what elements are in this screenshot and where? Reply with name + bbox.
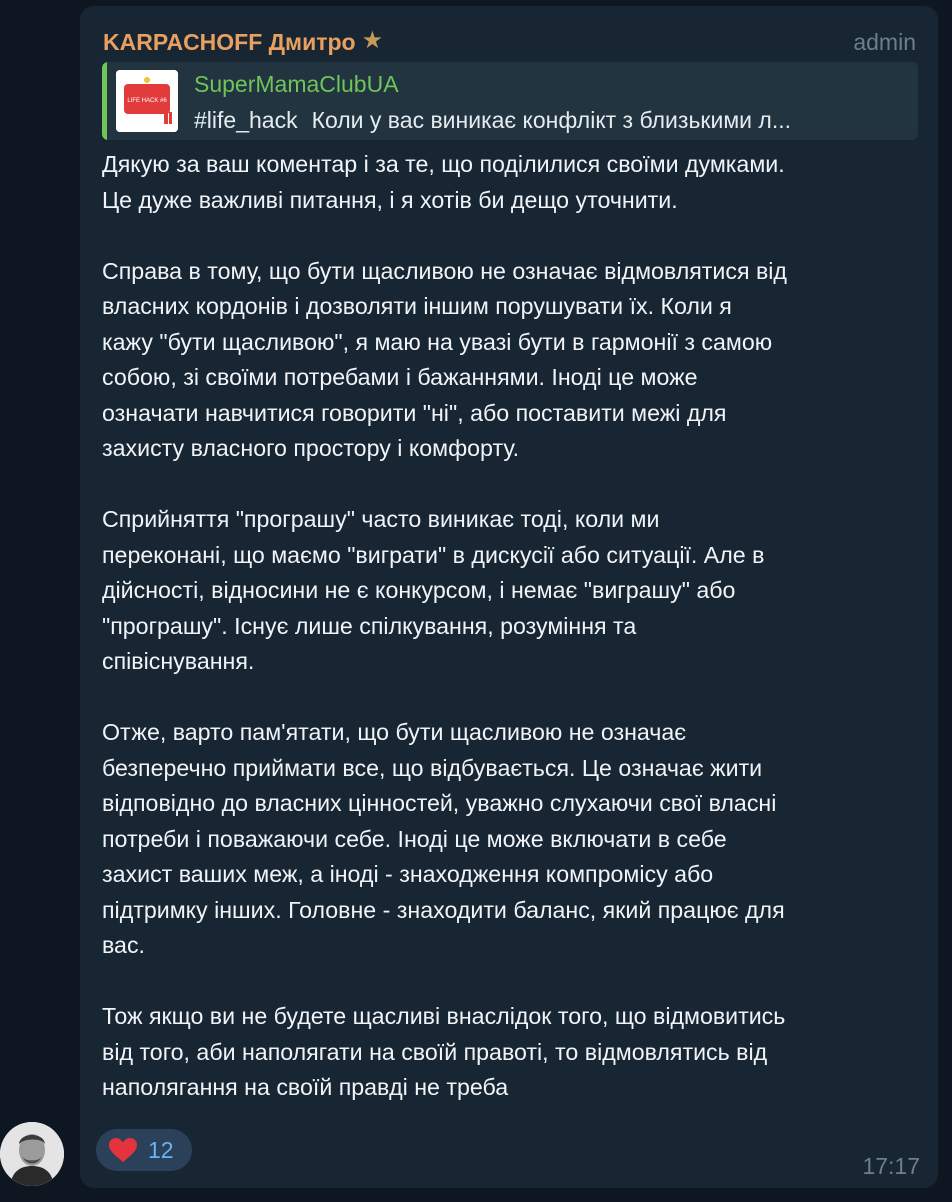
message-line: безперечно приймати все, що відбувається…: [102, 754, 763, 781]
reaction-count: 12: [148, 1137, 174, 1163]
message-line: захисту власного простору і комфорту.: [102, 435, 520, 461]
message-line: відповідно до власних цінностей, уважно …: [102, 790, 777, 816]
message-paragraph: Тож якщо ви не будете щасливі внаслідок …: [102, 999, 922, 1106]
message-paragraph: Сприйняття "програшу" часто виникає тоді…: [102, 502, 922, 680]
message-line: "програшу". Існує лише спілкування, розу…: [102, 612, 637, 639]
sender-avatar[interactable]: [0, 1122, 64, 1186]
message-line: Тож якщо ви не будете щасливі внаслідок …: [102, 1003, 786, 1029]
message-line: власних кордонів і дозволяти іншим поруш…: [102, 293, 732, 319]
message-line: від того, аби наполягати на своїй правот…: [102, 1038, 768, 1065]
message-line: вас.: [102, 932, 145, 958]
message-line: Справа в тому, що бути щасливою не означ…: [102, 257, 787, 284]
message-line: потреби і поважаючи себе. Іноді це може …: [102, 825, 727, 852]
message-body: Дякую за ваш коментар і за те, що поділи…: [102, 147, 922, 1106]
message-line: собою, зі своїми потребами і бажаннями. …: [102, 364, 698, 390]
reaction-heart-button[interactable]: 12: [96, 1129, 192, 1171]
message-line: співіснування.: [102, 648, 255, 674]
message-line: означати навчитися говорити "ні", або по…: [102, 399, 727, 426]
reply-thumbnail: LIFE HACK #6: [116, 70, 178, 132]
message-line: дійсності, відносини не є конкурсом, і н…: [102, 577, 736, 603]
message-paragraph: Дякую за ваш коментар і за те, що поділи…: [102, 147, 922, 218]
thumbnail-label: LIFE HACK #6: [127, 98, 167, 104]
life-hack-thumbnail-image: LIFE HACK #6: [116, 70, 178, 132]
reply-accent-bar: [102, 62, 107, 140]
message-line: Сприйняття "програшу" часто виникає тоді…: [102, 506, 660, 532]
star-icon: ★: [361, 27, 384, 54]
message-line: Отже, варто пам'ятати, що бути щасливою …: [102, 719, 687, 745]
message-line: переконані, що маємо "виграти" в дискусі…: [102, 541, 765, 568]
message-line: Це дуже важливі питання, і я хотів би де…: [102, 186, 678, 213]
message-line: підтримку інших. Головне - знаходити бал…: [102, 896, 785, 923]
message-time: 17:17: [862, 1153, 920, 1179]
avatar-photo: [0, 1122, 64, 1186]
reply-snippet: Коли у вас виникає конфлікт з близькими …: [311, 107, 791, 133]
sender-name[interactable]: KARPACHOFF Дмитро ★: [103, 28, 383, 56]
message-paragraph: Отже, варто пам'ятати, що бути щасливою …: [102, 715, 922, 964]
message-header: KARPACHOFF Дмитро ★ admin: [103, 28, 916, 58]
message-line: Дякую за ваш коментар і за те, що поділи…: [102, 151, 785, 177]
reply-preview[interactable]: LIFE HACK #6 SuperMamaClubUA #life_hack К…: [102, 62, 918, 140]
message-line: наполягання на своїй правді не треба: [102, 1074, 509, 1100]
reply-preview-text: #life_hack Коли у вас виникає конфлікт з …: [194, 106, 906, 134]
message-line: захист ваших меж, а іноді - знаходження …: [102, 861, 714, 887]
message-paragraph: Справа в тому, що бути щасливою не означ…: [102, 254, 922, 467]
message-bubble[interactable]: KARPACHOFF Дмитро ★ admin LIFE HACK #6 Su…: [80, 6, 938, 1188]
reply-channel-name: SuperMamaClubUA: [194, 71, 399, 97]
heart-icon: [109, 1138, 137, 1162]
message-line: кажу "бути щасливою", я маю на увазі бут…: [102, 328, 773, 355]
sender-role-badge: admin: [853, 29, 916, 55]
reply-hashtag[interactable]: #life_hack: [194, 107, 298, 133]
